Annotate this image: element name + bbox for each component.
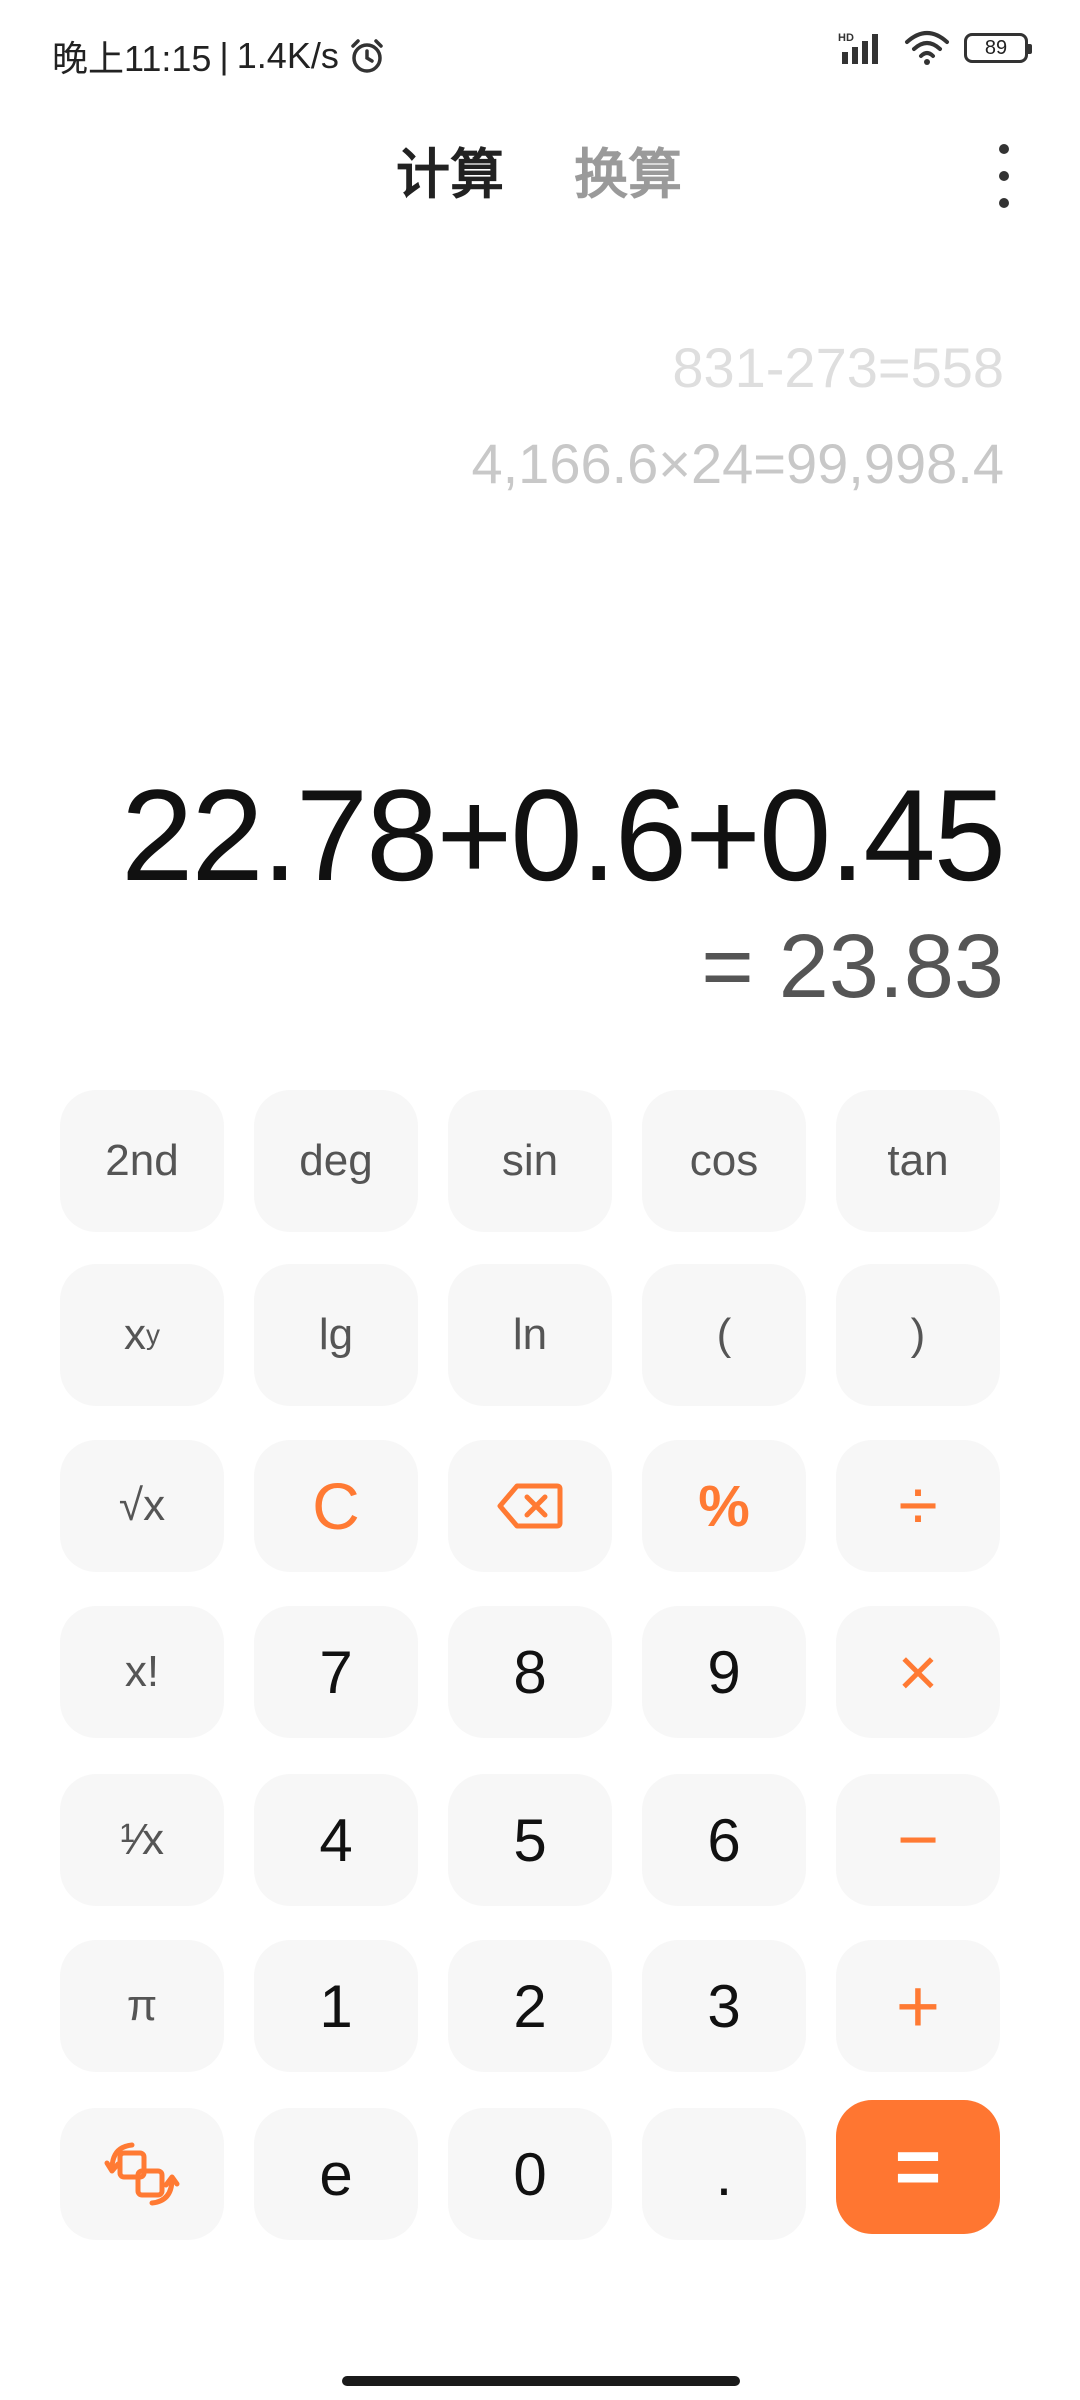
euler-e-button[interactable]: e	[254, 2108, 418, 2240]
square-root-button[interactable]: √x	[60, 1440, 224, 1572]
pi-button[interactable]: π	[60, 1940, 224, 2072]
degree-mode-button[interactable]: deg	[254, 1090, 418, 1232]
digit-3-button[interactable]: 3	[642, 1940, 806, 2072]
digit-2-button[interactable]: 2	[448, 1940, 612, 2072]
backspace-button[interactable]	[448, 1440, 612, 1572]
digit-7-button[interactable]: 7	[254, 1606, 418, 1738]
power-base-label: x	[124, 1310, 146, 1359]
digit-6-button[interactable]: 6	[642, 1774, 806, 1906]
power-exponent-label: y	[146, 1319, 160, 1350]
digit-5-button[interactable]: 5	[448, 1774, 612, 1906]
home-indicator[interactable]	[342, 2376, 740, 2386]
reciprocal-button[interactable]: ¹⁄x	[60, 1774, 224, 1906]
digit-8-button[interactable]: 8	[448, 1606, 612, 1738]
digit-9-button[interactable]: 9	[642, 1606, 806, 1738]
close-paren-button[interactable]: )	[836, 1264, 1000, 1406]
factorial-button[interactable]: x!	[60, 1606, 224, 1738]
backspace-icon	[497, 1483, 563, 1529]
log10-button[interactable]: lg	[254, 1264, 418, 1406]
plus-button[interactable]: +	[836, 1940, 1000, 2072]
natural-log-button[interactable]: ln	[448, 1264, 612, 1406]
calculator-screen: 晚上11:15 | 1.4K/s HD 89 计算 换算 831-273=558…	[0, 0, 1080, 2400]
switch-mode-button[interactable]	[60, 2108, 224, 2240]
divide-button[interactable]: ÷	[836, 1440, 1000, 1572]
equals-button[interactable]: =	[836, 2100, 1000, 2234]
decimal-point-button[interactable]: .	[642, 2108, 806, 2240]
percent-button[interactable]: %	[642, 1440, 806, 1572]
digit-1-button[interactable]: 1	[254, 1940, 418, 2072]
multiply-button[interactable]: ×	[836, 1606, 1000, 1738]
clear-button[interactable]: C	[254, 1440, 418, 1572]
digit-4-button[interactable]: 4	[254, 1774, 418, 1906]
open-paren-button[interactable]: (	[642, 1264, 806, 1406]
digit-0-button[interactable]: 0	[448, 2108, 612, 2240]
cos-button[interactable]: cos	[642, 1090, 806, 1232]
tan-button[interactable]: tan	[836, 1090, 1000, 1232]
minus-button[interactable]: −	[836, 1774, 1000, 1906]
second-function-button[interactable]: 2nd	[60, 1090, 224, 1232]
sin-button[interactable]: sin	[448, 1090, 612, 1232]
switch-mode-icon	[104, 2142, 180, 2206]
keypad: 2nd deg sin cos tan xy lg ln ( ) √x C % …	[0, 0, 1080, 2400]
power-button[interactable]: xy	[60, 1264, 224, 1406]
